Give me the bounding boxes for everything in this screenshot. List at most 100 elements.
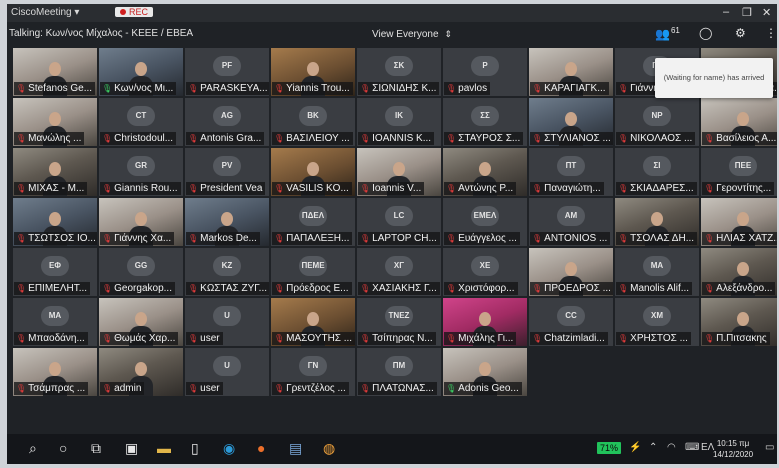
- participant-tile[interactable]: ΠΤ 🎙 Παναγιώτη...: [529, 148, 613, 196]
- cortana-icon[interactable]: ○: [59, 440, 67, 456]
- participant-tile[interactable]: 🎙 Αντώνης Ρ...: [443, 148, 527, 196]
- participant-name: Χριστόφορ...: [458, 283, 515, 294]
- mic-muted-icon: 🎙: [618, 334, 629, 343]
- file-explorer-icon[interactable]: ▬: [157, 440, 171, 456]
- mic-muted-icon: 🎙: [274, 184, 285, 193]
- participant-tile[interactable]: ΣΚ 🎙 ΣΙΩΝΙΔΗΣ Κ...: [357, 48, 441, 96]
- participant-nameplate: 🎙 ΕΠΙΜΕΛΗΤ...: [14, 282, 91, 295]
- participant-tile[interactable]: 🎙 VASILIS KO...: [271, 148, 355, 196]
- participant-tile[interactable]: 🎙 Ioannis V...: [357, 148, 441, 196]
- participant-tile[interactable]: ΧΕ 🎙 Χριστόφορ...: [443, 248, 527, 296]
- participant-tile[interactable]: GR 🎙 Giannis Rou...: [99, 148, 183, 196]
- participant-tile[interactable]: ΣΣ 🎙 ΣΤΑΥΡΟΣ Σ...: [443, 98, 527, 146]
- participant-nameplate: 🎙 ΧΑΣΙΑΚΗΣ Γ...: [358, 282, 440, 295]
- firefox-icon[interactable]: ●: [257, 440, 265, 456]
- minimize-button[interactable]: –: [723, 6, 729, 18]
- participant-nameplate: 🎙 Γεροντίτης...: [702, 182, 775, 195]
- participant-tile[interactable]: 🎙 Τσάμπρας ...: [13, 348, 97, 396]
- participants-button[interactable]: 👥61: [655, 26, 680, 41]
- participant-tile[interactable]: ΕΜΕΛ 🎙 Ευάγγελος ...: [443, 198, 527, 246]
- power-icon[interactable]: ⚡: [629, 442, 641, 453]
- participant-tile[interactable]: ΓΝ 🎙 Γρεντζέλος ...: [271, 348, 355, 396]
- participant-tile[interactable]: 🎙 ΚΑΡΑΓΙΑΓΚ...: [529, 48, 613, 96]
- document-icon[interactable]: ▯: [191, 440, 199, 457]
- participant-tile[interactable]: NP 🎙 ΝΙΚΟΛΑΟΣ ...: [615, 98, 699, 146]
- cisco-meeting-icon[interactable]: ◍: [323, 440, 335, 457]
- participant-tile[interactable]: MA 🎙 Manolis Alif...: [615, 248, 699, 296]
- gear-icon[interactable]: ⚙: [735, 26, 746, 40]
- mic-muted-icon: 🎙: [618, 284, 629, 293]
- participant-tile[interactable]: U 🎙 user: [185, 348, 269, 396]
- participant-tile[interactable]: ΠΔΕΛ 🎙 ΠΑΠΑΛΕΞΗ...: [271, 198, 355, 246]
- participant-tile[interactable]: 🎙 Π.Πιτσακης: [701, 298, 777, 346]
- edge-icon[interactable]: ◉: [223, 440, 235, 457]
- participant-tile[interactable]: ΕΦ 🎙 ΕΠΙΜΕΛΗΤ...: [13, 248, 97, 296]
- wifi-icon[interactable]: ◠: [667, 442, 676, 453]
- participant-tile[interactable]: MA 🎙 Μπαοδάνη...: [13, 298, 97, 346]
- clock[interactable]: 10:15 πμ 14/12/2020: [713, 438, 753, 460]
- participant-tile[interactable]: P 🎙 pavlos: [443, 48, 527, 96]
- participant-tile[interactable]: 🎙 Θωμάς Χαρ...: [99, 298, 183, 346]
- view-mode-selector[interactable]: View Everyone ⇕: [372, 29, 452, 40]
- participant-tile[interactable]: XM 🎙 ΧΡΗΣΤΟΣ ...: [615, 298, 699, 346]
- participant-tile[interactable]: U 🎙 user: [185, 298, 269, 346]
- participant-tile[interactable]: AM 🎙 ANTONIOS ...: [529, 198, 613, 246]
- task-view-icon[interactable]: ⧉: [91, 440, 101, 457]
- mic-muted-icon: 🎙: [102, 234, 113, 243]
- store-icon[interactable]: ▣: [125, 440, 138, 457]
- participant-tile[interactable]: 🎙 Γιάννης Χα...: [99, 198, 183, 246]
- participant-tile[interactable]: 🎙 Stefanos Ge...: [13, 48, 97, 96]
- participant-tile[interactable]: CT 🎙 Christodoul...: [99, 98, 183, 146]
- participant-tile[interactable]: 🎙 ΣΤΥΛΙΑΝΟΣ ...: [529, 98, 613, 146]
- participant-tile[interactable]: 🎙 ΠΡΟΕΔΡΟΣ ...: [529, 248, 613, 296]
- app-title[interactable]: CiscoMeeting ▾: [11, 7, 79, 18]
- participant-tile[interactable]: ΣΙ 🎙 ΣΚΙΑΔΑΡΕΣ...: [615, 148, 699, 196]
- app-icon[interactable]: ▤: [289, 440, 302, 457]
- participant-tile[interactable]: 🎙 Μιχάλης Γι...: [443, 298, 527, 346]
- notifications-icon[interactable]: ▭: [765, 442, 774, 453]
- keyboard-icon[interactable]: ⌨: [685, 442, 699, 453]
- search-icon[interactable]: ⌕: [29, 440, 37, 457]
- participant-tile[interactable]: 🎙 Αλεξάνδρο...: [701, 248, 777, 296]
- participant-tile[interactable]: 🎙 admin: [99, 348, 183, 396]
- participant-tile[interactable]: PF 🎙 PARASKEYA...: [185, 48, 269, 96]
- participant-tile[interactable]: 🎙 Yiannis Trou...: [271, 48, 355, 96]
- participant-name: ΝΙΚΟΛΑΟΣ ...: [630, 133, 693, 144]
- participant-tile[interactable]: BK 🎙 ΒΑΣΙΛΕΙΟΥ ...: [271, 98, 355, 146]
- more-options-icon[interactable]: ⋮: [765, 26, 777, 40]
- participant-tile[interactable]: 🎙 ΜΑΣΟΥΤΗΣ ...: [271, 298, 355, 346]
- participant-tile[interactable]: GG 🎙 Georgakop...: [99, 248, 183, 296]
- participant-tile[interactable]: ΧΓ 🎙 ΧΑΣΙΑΚΗΣ Γ...: [357, 248, 441, 296]
- participant-tile[interactable]: PV 🎙 President Vea: [185, 148, 269, 196]
- participant-tile[interactable]: KZ 🎙 ΚΩΣΤΑΣ ΖΥΓ...: [185, 248, 269, 296]
- participant-name: Γεροντίτης...: [716, 183, 772, 194]
- participant-nameplate: 🎙 ΣΚΙΑΔΑΡΕΣ...: [616, 182, 697, 195]
- participant-tile[interactable]: LC 🎙 LAPTOP CH...: [357, 198, 441, 246]
- participant-tile[interactable]: CC 🎙 Chatzimladi...: [529, 298, 613, 346]
- participant-tile[interactable]: 🎙 Adonis Geo...: [443, 348, 527, 396]
- participant-tile[interactable]: 🎙 Κων/νος Μι...: [99, 48, 183, 96]
- close-button[interactable]: ✕: [762, 6, 771, 19]
- participant-tile[interactable]: 🎙 Μανώλης ...: [13, 98, 97, 146]
- participant-tile[interactable]: ΠΜ 🎙 ΠΛΑΤΩΝΑΣ...: [357, 348, 441, 396]
- restore-button[interactable]: ❐: [742, 6, 752, 19]
- participant-tile[interactable]: ΠΕΜΕ 🎙 Πρόεδρος Ε...: [271, 248, 355, 296]
- chat-icon[interactable]: ◯: [699, 26, 712, 40]
- chevron-up-icon[interactable]: ⌃: [649, 442, 657, 453]
- participant-initials: PF: [213, 56, 241, 76]
- participant-name: user: [200, 383, 220, 394]
- battery-indicator[interactable]: 71%: [597, 442, 622, 454]
- participant-tile[interactable]: 🎙 Βασίλειος Α...: [701, 98, 777, 146]
- participant-tile[interactable]: 🎙 ΗΛΙΑΣ ΧΑΤΖ...: [701, 198, 777, 246]
- participant-tile[interactable]: 🎙 Markos De...: [185, 198, 269, 246]
- participant-tile[interactable]: 🎙 ΜΙΧΑΣ - Μ...: [13, 148, 97, 196]
- mic-muted-icon: 🎙: [274, 334, 285, 343]
- participant-tile[interactable]: 🎙 ΤΣΟΛΑΣ ΔΗ...: [615, 198, 699, 246]
- participant-tile[interactable]: AG 🎙 Antonis Gra...: [185, 98, 269, 146]
- participant-tile[interactable]: TNEZ 🎙 Τσίπηρας Ν...: [357, 298, 441, 346]
- arrival-notification[interactable]: (Waiting for name) has arrived: [655, 58, 773, 98]
- mic-muted-icon: 🎙: [360, 334, 371, 343]
- participant-tile[interactable]: ΠΕΕ 🎙 Γεροντίτης...: [701, 148, 777, 196]
- participant-tile[interactable]: 🎙 ΤΣΩΤΣΟΣ ΙΟ...: [13, 198, 97, 246]
- participant-tile[interactable]: IK 🎙 IOANNIS K...: [357, 98, 441, 146]
